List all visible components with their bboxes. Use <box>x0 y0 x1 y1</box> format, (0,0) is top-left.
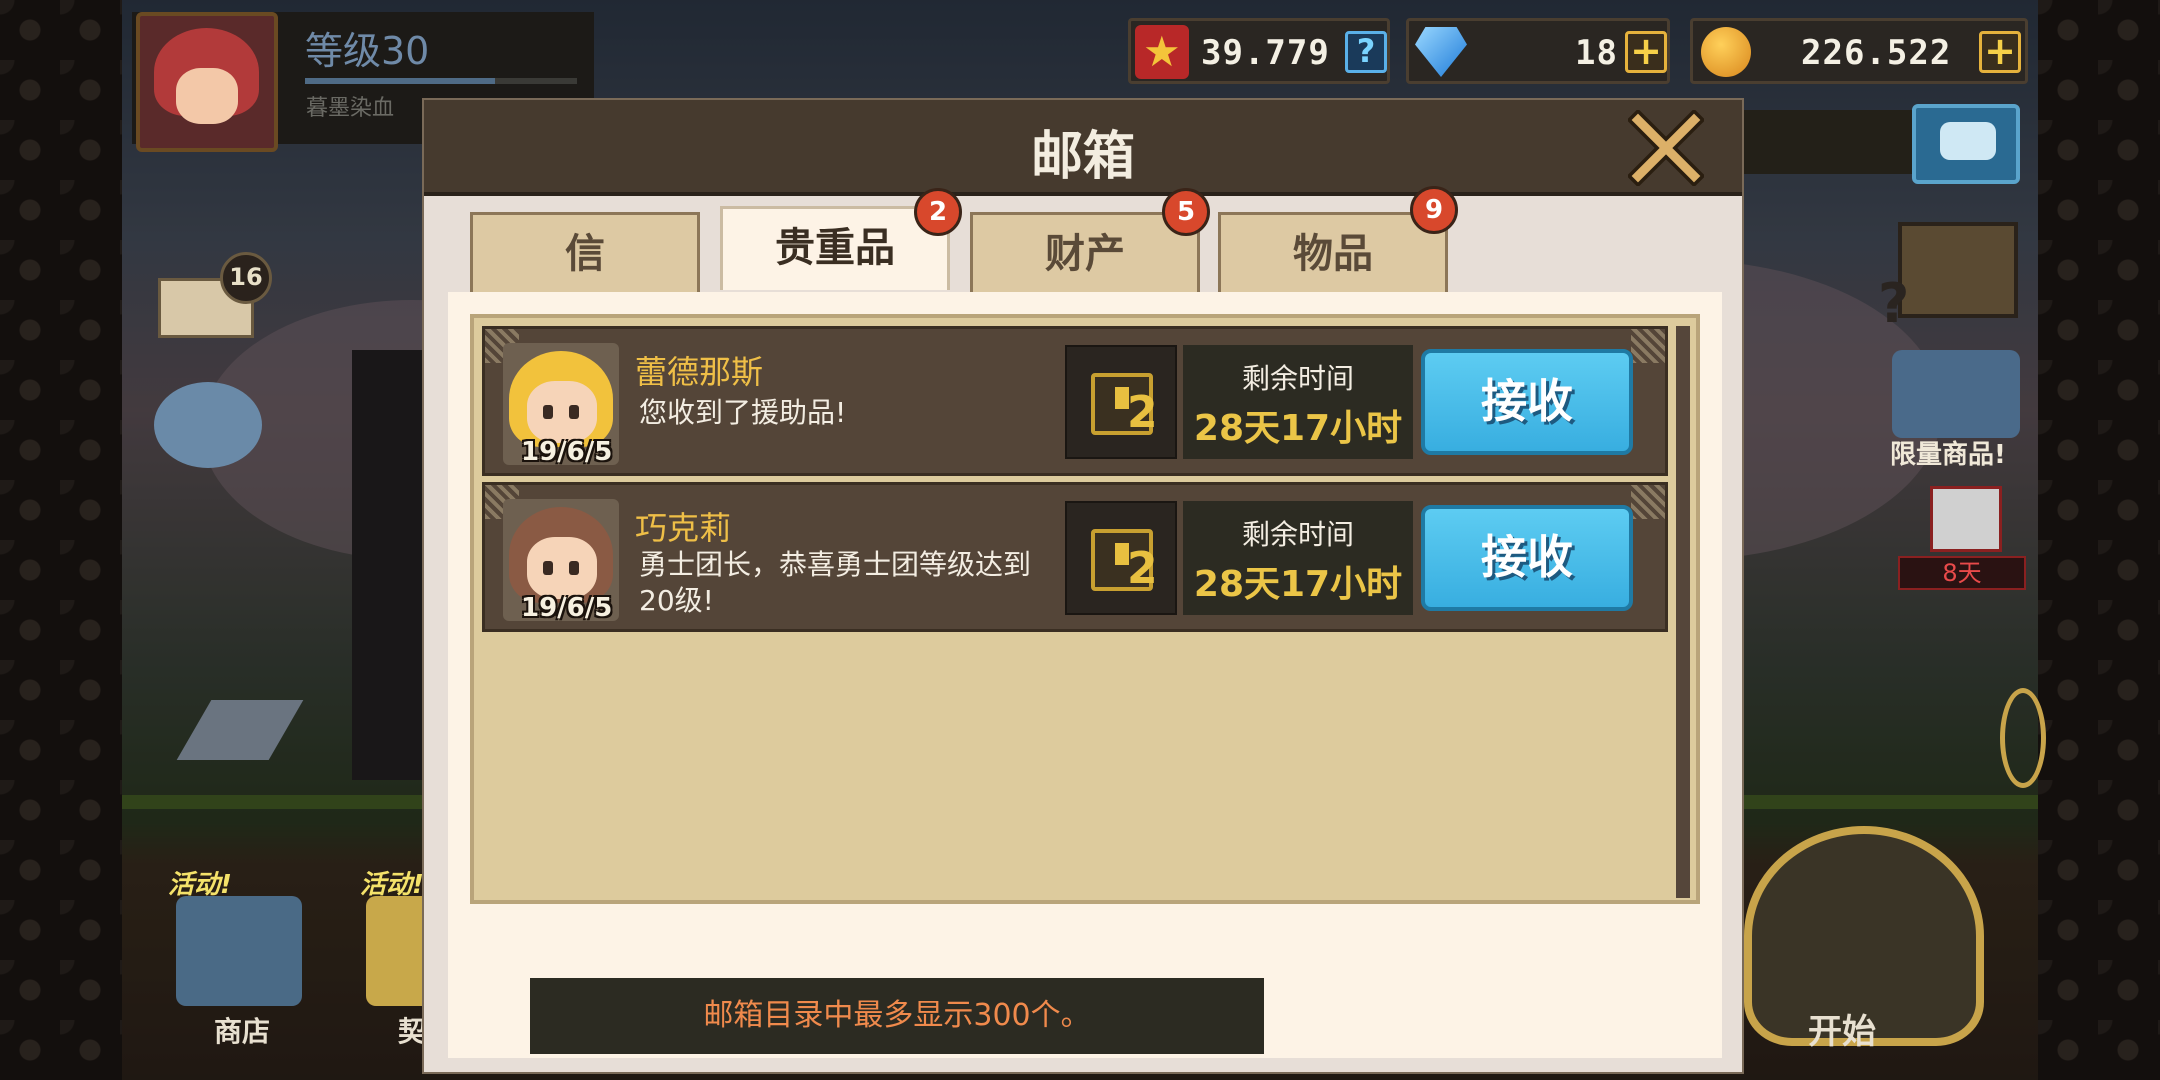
gift-days-badge: 8天 <box>1898 556 2026 590</box>
dialog-header: 邮箱 <box>424 100 1742 196</box>
tab-letters[interactable]: 信 <box>470 212 700 292</box>
coin-icon <box>1701 27 1751 77</box>
gem-value: 18 <box>1575 33 1618 73</box>
mailbox-dialog: 邮箱 信 贵重品 财产 物品 2 5 9 19/6/5 蕾德那斯 您收到了援助品… <box>422 98 1744 1074</box>
shop-label: 商店 <box>214 1015 271 1048</box>
limited-shop-icon[interactable] <box>1892 350 2020 438</box>
dialog-title: 邮箱 <box>1030 127 1135 187</box>
shop-icon[interactable] <box>176 896 302 1006</box>
gold-counter: 226.522 + <box>1690 18 2028 84</box>
tab-count-badge: 9 <box>1410 186 1458 234</box>
remaining-time-label: 剩余时间 <box>1241 362 1354 395</box>
mail-item: 19/6/5 巧克莉 勇士团长，恭喜勇士团等级达到20级! 2 剩余时间 28天… <box>482 482 1668 632</box>
game-screen: 等级30 暮墨染血 39.779 ? 18 + 226.522 + 16 ? 限… <box>0 0 2160 1080</box>
remaining-time-label: 剩余时间 <box>1241 518 1354 551</box>
side-ornament-icon <box>2000 688 2046 788</box>
level-progress-bar <box>305 78 577 84</box>
gift-icon[interactable] <box>1930 486 2002 552</box>
scrollbar[interactable] <box>1676 326 1690 898</box>
remaining-time-value: 28天17小时 <box>1193 408 1403 449</box>
gold-value: 226.522 <box>1801 33 1952 73</box>
mail-date: 19/6/5 <box>521 437 613 467</box>
limited-shop-label: 限量商品! <box>1890 440 2006 470</box>
mail-list: 19/6/5 蕾德那斯 您收到了援助品! 2 剩余时间 28天17小时 接收 1… <box>470 314 1700 904</box>
question-icon[interactable]: ? <box>1345 31 1387 73</box>
tab-items[interactable]: 物品 <box>1218 212 1448 292</box>
player-avatar[interactable] <box>136 12 278 152</box>
ticket-box-icon: 2 <box>1065 501 1177 615</box>
remaining-time-value: 28天17小时 <box>1193 564 1403 605</box>
gem-icon <box>1415 27 1467 77</box>
help-question-icon[interactable]: ? <box>1878 272 1909 335</box>
character-icon[interactable] <box>154 382 262 468</box>
chest-icon[interactable] <box>1898 222 2018 318</box>
player-name: 暮墨染血 <box>306 96 395 121</box>
remaining-time: 剩余时间 28天17小时 <box>1183 345 1413 459</box>
player-level: 等级30 <box>305 29 430 73</box>
receive-button[interactable]: 接收 <box>1421 505 1633 611</box>
tab-label: 物品 <box>1293 231 1373 277</box>
mail-item: 19/6/5 蕾德那斯 您收到了援助品! 2 剩余时间 28天17小时 接收 <box>482 326 1668 476</box>
gem-counter: 18 + <box>1406 18 1670 84</box>
mail-sender: 蕾德那斯 <box>635 353 764 391</box>
mail-message: 您收到了援助品! <box>639 396 847 429</box>
mail-panel: 19/6/5 蕾德那斯 您收到了援助品! 2 剩余时间 28天17小时 接收 1… <box>448 292 1722 1058</box>
tab-label: 贵重品 <box>775 225 895 271</box>
receive-button[interactable]: 接收 <box>1421 349 1633 455</box>
start-label: 开始 <box>1808 1012 1876 1052</box>
chat-bubble-icon[interactable] <box>1912 104 2020 184</box>
tab-count-badge: 2 <box>914 188 962 236</box>
mail-sender: 巧克莉 <box>635 509 732 547</box>
chat-bar <box>1742 110 1912 174</box>
mail-count-badge: 16 <box>220 252 272 304</box>
close-icon[interactable] <box>1626 108 1706 188</box>
mail-message: 勇士团长，恭喜勇士团等级达到20级! <box>639 548 1032 617</box>
add-gems-plus-icon[interactable]: + <box>1625 31 1667 73</box>
tab-label: 财产 <box>1045 231 1125 277</box>
tab-count-badge: 5 <box>1162 188 1210 236</box>
remaining-time: 剩余时间 28天17小时 <box>1183 501 1413 615</box>
medal-icon <box>1135 25 1189 79</box>
medal-counter: 39.779 ? <box>1128 18 1390 84</box>
add-gold-plus-icon[interactable]: + <box>1979 31 2021 73</box>
medal-value: 39.779 <box>1201 33 1330 73</box>
mail-date: 19/6/5 <box>521 593 613 623</box>
mailbox-limit-notice: 邮箱目录中最多显示300个。 <box>530 978 1264 1054</box>
tab-label: 信 <box>565 231 605 277</box>
ticket-box-icon: 2 <box>1065 345 1177 459</box>
